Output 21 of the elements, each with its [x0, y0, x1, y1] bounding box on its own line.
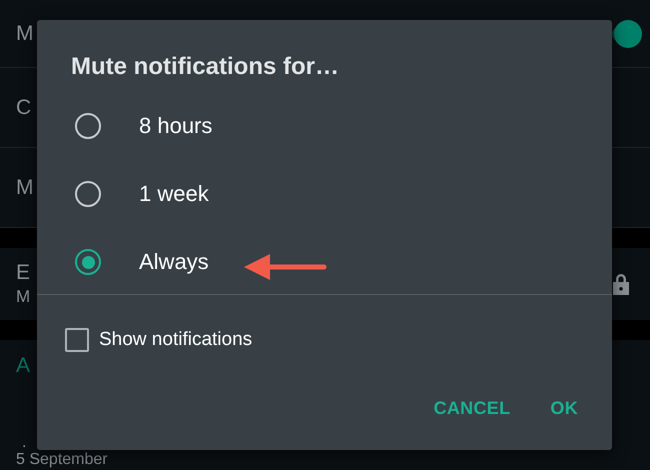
radio-button[interactable]: [75, 181, 101, 207]
dialog-button[interactable]: OK: [542, 392, 586, 425]
checkbox-label[interactable]: Show notifications: [99, 329, 252, 351]
setting-title: E: [16, 261, 30, 285]
setting-title: M: [16, 22, 34, 46]
option-label[interactable]: 8 hours: [139, 113, 212, 139]
radio-button[interactable]: [75, 249, 101, 275]
checkbox[interactable]: [65, 328, 89, 352]
toggle-switch[interactable]: [612, 20, 642, 48]
section-heading: A: [16, 354, 32, 378]
lock-icon: [612, 272, 630, 296]
radio-button[interactable]: [75, 113, 101, 139]
section-text: 5 September: [16, 451, 109, 468]
setting-subtitle: M: [16, 287, 30, 307]
option-label[interactable]: 1 week: [139, 181, 209, 207]
section-text: .: [22, 434, 28, 451]
dialog-title: Mute notifications for…: [70, 52, 340, 82]
setting-title: M: [16, 176, 34, 200]
dialog-button[interactable]: CANCEL: [426, 392, 518, 425]
setting-title: C: [16, 96, 32, 120]
option-label[interactable]: Always: [139, 249, 209, 275]
